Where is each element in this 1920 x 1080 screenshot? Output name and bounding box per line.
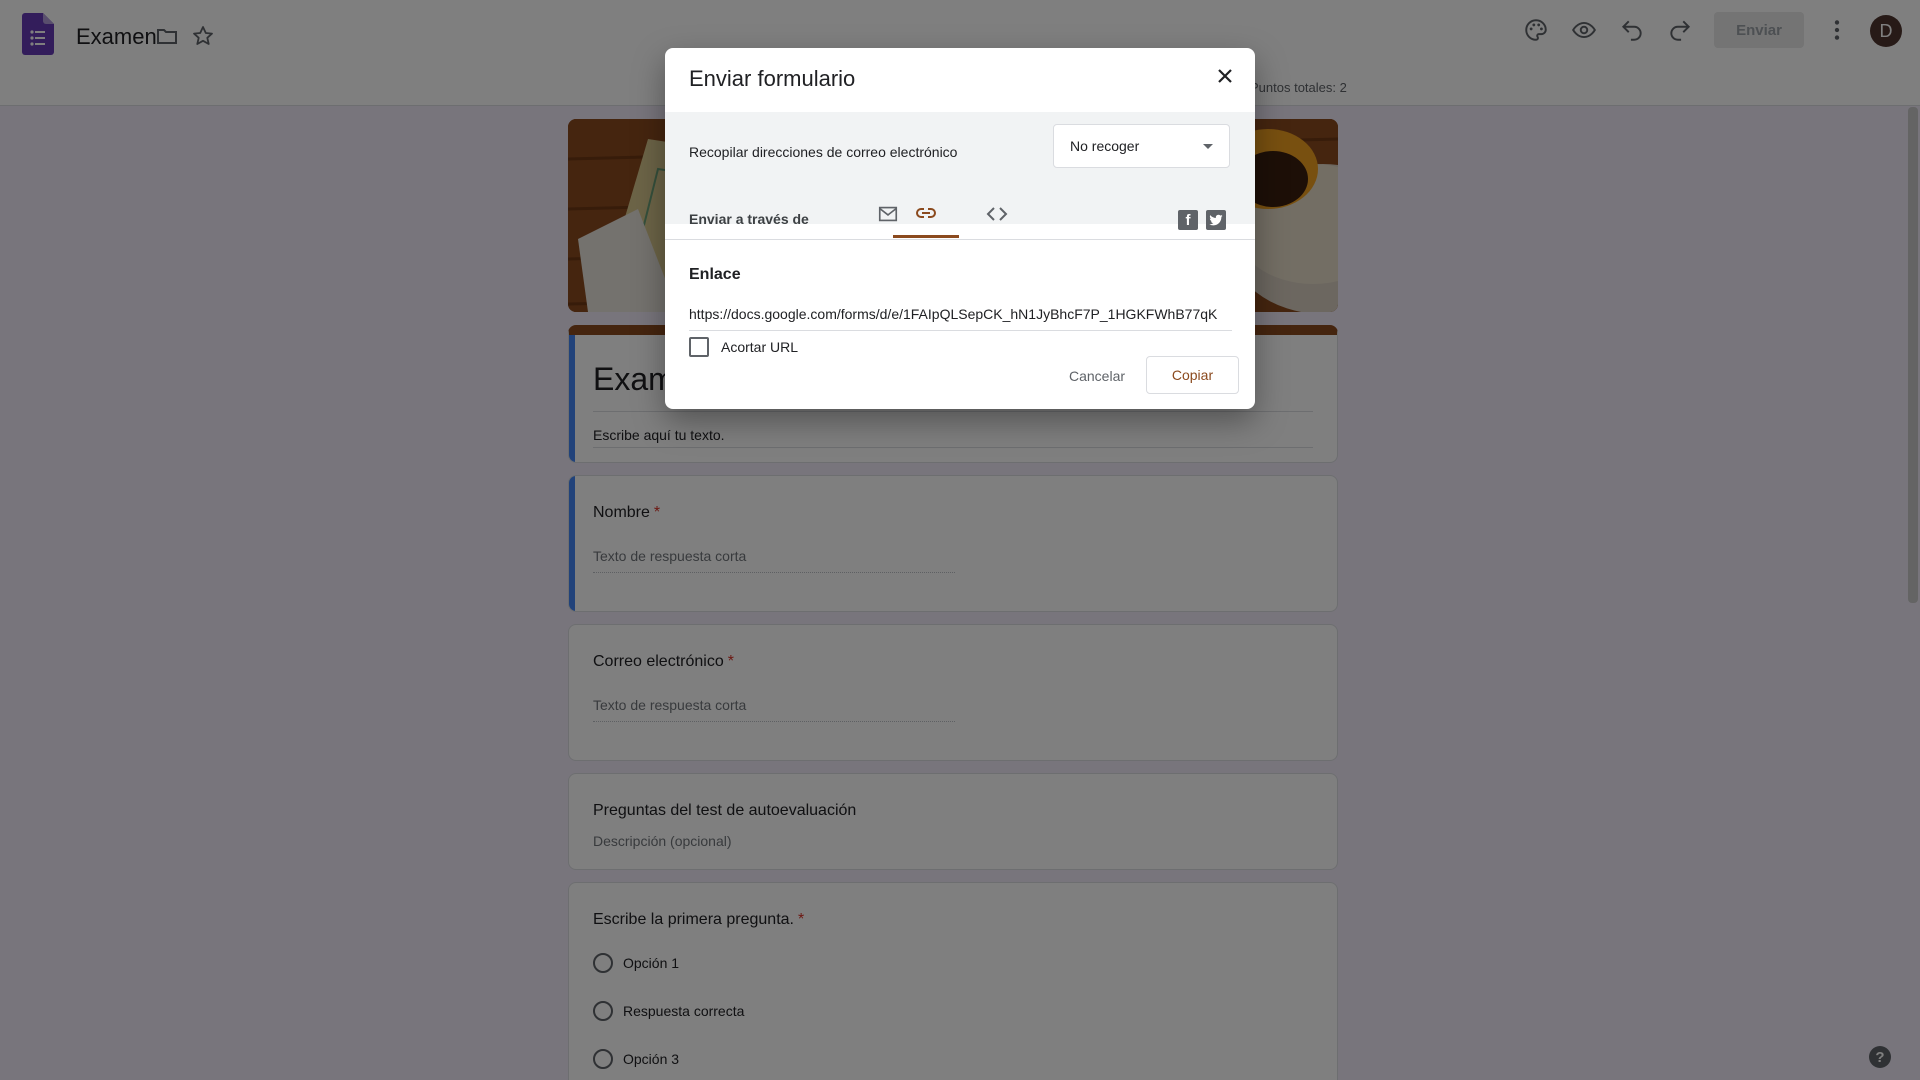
twitter-icon[interactable] bbox=[1206, 210, 1226, 230]
facebook-icon[interactable]: f bbox=[1178, 210, 1198, 230]
send-form-dialog: Enviar formulario Recopilar direcciones … bbox=[665, 48, 1255, 409]
collect-emails-row: Recopilar direcciones de correo electrón… bbox=[665, 112, 1255, 224]
tabs-divider bbox=[665, 239, 1255, 240]
link-section-title: Enlace bbox=[689, 266, 741, 283]
collect-emails-label: Recopilar direcciones de correo electrón… bbox=[689, 144, 958, 160]
shorten-url-option[interactable]: Acortar URL bbox=[689, 337, 798, 357]
tab-embed[interactable] bbox=[964, 190, 1030, 238]
collect-emails-select[interactable]: No recoger bbox=[1053, 124, 1230, 168]
shorten-url-checkbox[interactable] bbox=[689, 337, 709, 357]
dropdown-arrow-icon bbox=[1203, 143, 1213, 149]
embed-icon bbox=[986, 207, 1008, 221]
copy-button[interactable]: Copiar bbox=[1146, 356, 1239, 394]
close-icon[interactable] bbox=[1213, 64, 1237, 88]
send-via-label: Enviar a través de bbox=[689, 211, 809, 227]
cancel-button[interactable]: Cancelar bbox=[1055, 358, 1139, 394]
form-link-field[interactable]: https://docs.google.com/forms/d/e/1FAIpQ… bbox=[689, 306, 1232, 331]
shorten-url-label: Acortar URL bbox=[721, 339, 799, 355]
tab-link[interactable] bbox=[893, 190, 959, 238]
dialog-title: Enviar formulario bbox=[689, 66, 856, 91]
link-icon bbox=[916, 207, 936, 218]
